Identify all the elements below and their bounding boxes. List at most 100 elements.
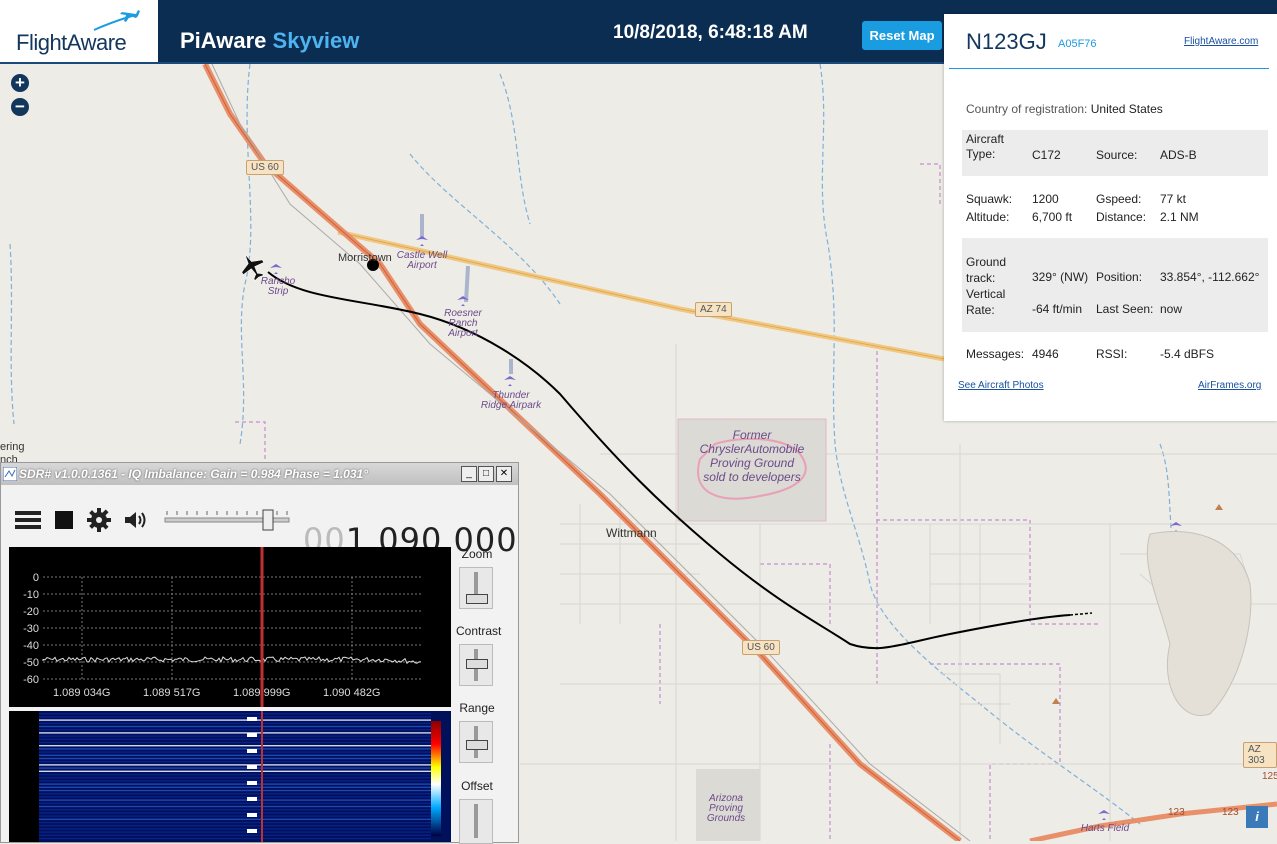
area-label-chrysler: Former ChryslerAutomobile Proving Ground… (699, 428, 805, 484)
altitude-value: 6,700 ft (1032, 210, 1073, 224)
waterfall-line (39, 767, 431, 769)
squawk-label: Squawk: (966, 192, 1013, 206)
waterfall-line (39, 815, 431, 817)
sdr-titlebar[interactable]: SDR# v1.0.0.1361 - IQ Imbalance: Gain = … (1, 463, 518, 485)
position-label: Position: (1096, 270, 1143, 284)
road-shield-us60-north: US 60 (246, 160, 284, 175)
waterfall-line (39, 716, 431, 718)
flightaware-logo[interactable]: FlightAware (0, 0, 158, 62)
contrast-label: Contrast (456, 624, 502, 638)
freq-tick: 1.089 999G (233, 687, 291, 699)
offset-slider[interactable] (459, 799, 493, 844)
waterfall-burst (247, 717, 257, 721)
waterfall-line (39, 757, 431, 760)
lastseen-label: Last Seen: (1096, 302, 1154, 316)
waterfall-line (39, 789, 431, 792)
country-label: Country of registration: (966, 102, 1088, 116)
waterfall-line (39, 831, 431, 833)
waterfall-burst (247, 829, 257, 833)
messages-label: Messages: (966, 347, 1025, 361)
vrate-value: -64 ft/min (1032, 302, 1083, 316)
flightaware-link[interactable]: FlightAware.com (1184, 36, 1258, 47)
road-label-125: 125 (1262, 771, 1277, 782)
road-label-123b: 123 (1222, 807, 1239, 818)
waterfall-line (39, 802, 431, 804)
squawk-value: 1200 (1032, 192, 1059, 206)
waterfall-line (39, 780, 431, 782)
waterfall-line (39, 796, 431, 798)
waterfall-line (39, 738, 431, 740)
airframes-link[interactable]: AirFrames.org (1198, 380, 1261, 391)
db-tick: -50 (23, 657, 39, 669)
reset-map-button[interactable]: Reset Map (862, 21, 942, 50)
track-label: Ground track: (966, 255, 1007, 285)
minimize-button[interactable]: _ (461, 466, 477, 482)
waterfall-display[interactable] (9, 711, 451, 842)
airport-label-roesner: Roesner Ranch Airport (444, 308, 482, 339)
waterfall-line (39, 741, 431, 744)
waterfall-line (39, 812, 431, 814)
title-main: PiAware (180, 28, 273, 53)
gspeed-value: 77 kt (1160, 192, 1187, 206)
freq-tick: 1.089 517G (143, 687, 201, 699)
position-value: 33.854°, -112.662° (1160, 270, 1260, 284)
airport-label-castle-well: Castle Well Airport (396, 250, 448, 271)
stop-icon[interactable] (55, 511, 73, 529)
waterfall-line (39, 825, 431, 827)
zoom-in-button[interactable]: + (11, 74, 29, 92)
waterfall-line (39, 725, 431, 728)
source-label: Source: (1096, 148, 1138, 162)
waterfall-lines (39, 713, 431, 840)
road-label-123a: 123 (1168, 807, 1185, 818)
maximize-button[interactable]: □ (478, 466, 494, 482)
waterfall-line (39, 761, 431, 763)
sdr-toolbar: 001.090.000 (1, 485, 518, 559)
area-label-arizona-proving: Arizona Proving Grounds (706, 793, 746, 824)
airport-label-rancho-strip: Rancho Strip (260, 276, 296, 297)
waterfall-line (39, 773, 431, 776)
sdr-title-text: SDR# v1.0.0.1361 - IQ Imbalance: Gain = … (19, 467, 368, 481)
suburb-area (1146, 530, 1252, 717)
gspeed-label: Gspeed: (1096, 192, 1142, 206)
zoom-out-button[interactable]: − (11, 98, 29, 116)
waterfall-line (39, 770, 431, 772)
runways (420, 214, 513, 374)
range-slider[interactable] (459, 721, 493, 763)
airport-label-harts-field: Harts Field (1080, 823, 1130, 834)
aircraft-type-label: Aircraft Type: (966, 132, 1005, 161)
vrate-label: Vertical Rate: (966, 287, 1006, 317)
gear-icon[interactable] (87, 508, 111, 532)
volume-slider[interactable] (163, 505, 293, 535)
color-scale (431, 721, 441, 836)
waterfall-burst (247, 765, 257, 769)
db-tick: -40 (23, 640, 39, 652)
airport-label-thunder-ridge: Thunder Ridge Airpark (480, 390, 542, 411)
waterfall-line (39, 837, 431, 840)
waterfall-line (39, 719, 431, 721)
menu-icon[interactable] (15, 509, 41, 531)
contrast-slider[interactable] (459, 644, 493, 686)
icao-code: A05F76 (1058, 38, 1097, 50)
spectrum-plot (42, 547, 422, 707)
spectrum-analyzer[interactable]: 0 -10 -20 -30 -40 -50 -60 1.089 034G 1.0… (9, 547, 451, 707)
town-label-morristown: Morristown (338, 252, 392, 264)
source-value: ADS-B (1160, 148, 1197, 162)
messages-value: 4946 (1032, 347, 1059, 361)
speaker-icon[interactable] (123, 510, 149, 530)
range-label: Range (459, 701, 495, 715)
zoom-slider[interactable] (459, 567, 493, 609)
db-tick: -10 (23, 589, 39, 601)
waterfall-line (39, 818, 431, 820)
db-tick: -30 (23, 623, 39, 635)
db-tick: -20 (23, 606, 39, 618)
waterfall-line (39, 729, 431, 731)
aircraft-photos-link[interactable]: See Aircraft Photos (958, 380, 1044, 391)
lastseen-value: now (1160, 302, 1183, 316)
waterfall-line (39, 828, 431, 830)
freq-tick: 1.089 034G (53, 687, 111, 699)
waterfall-burst (247, 797, 257, 801)
info-icon[interactable]: i (1246, 806, 1268, 828)
sdr-window[interactable]: SDR# v1.0.0.1361 - IQ Imbalance: Gain = … (0, 462, 519, 844)
close-button[interactable]: ✕ (496, 466, 512, 482)
road-shield-az303: AZ 303 (1243, 742, 1277, 768)
